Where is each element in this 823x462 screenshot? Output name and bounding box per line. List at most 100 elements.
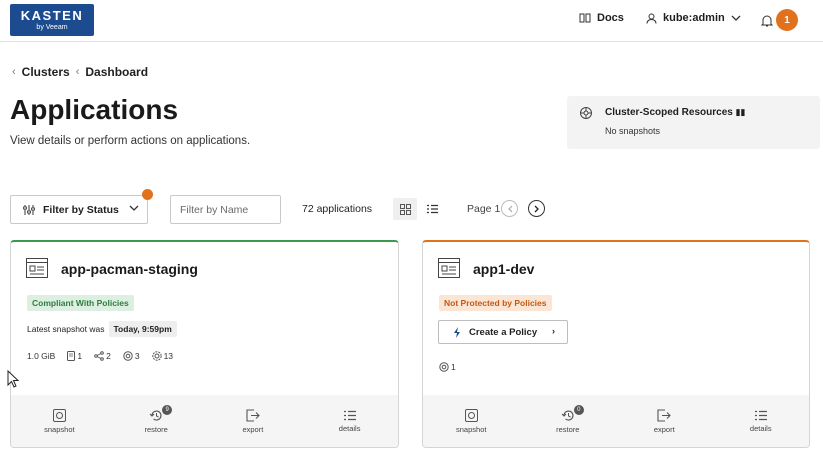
snapshot-icon bbox=[52, 408, 66, 422]
details-label: details bbox=[338, 423, 361, 433]
notification-badge[interactable]: 1 bbox=[776, 9, 798, 31]
breadcrumb-clusters[interactable]: Clusters bbox=[22, 65, 70, 79]
stat-networks-value: 2 bbox=[106, 351, 111, 361]
export-action[interactable]: export bbox=[205, 395, 302, 447]
restore-action[interactable]: 9 restore bbox=[108, 395, 205, 447]
cluster-scoped-resources-card[interactable]: Cluster-Scoped Resources ▮▮ No snapshots bbox=[567, 96, 820, 149]
breadcrumb: ‹ Clusters ‹ Dashboard bbox=[12, 65, 148, 79]
top-bar: KASTEN by Veeam Docs kube:admin 1 bbox=[0, 0, 823, 42]
workload-icon bbox=[123, 351, 133, 361]
restore-count-badge: 0 bbox=[573, 405, 584, 415]
next-page-button[interactable] bbox=[528, 200, 545, 217]
snapshot-time: Today, 9:59pm bbox=[108, 321, 177, 337]
snapshot-label: snapshot bbox=[44, 424, 75, 434]
application-stats: 1.0 GiB 1 2 3 13 bbox=[27, 351, 173, 361]
card-actions: snapshot 0 restore export details bbox=[423, 395, 809, 447]
snapshot-action[interactable]: snapshot bbox=[11, 395, 108, 447]
chevron-left-icon: ‹ bbox=[12, 66, 16, 78]
snapshot-icon bbox=[464, 408, 478, 422]
latest-snapshot: Latest snapshot was Today, 9:59pm bbox=[27, 321, 177, 337]
details-action[interactable]: details bbox=[713, 395, 810, 447]
stat-resources-value: 13 bbox=[163, 351, 174, 361]
user-icon bbox=[646, 13, 657, 24]
grid-icon bbox=[399, 203, 411, 215]
stat-volumes: 1 bbox=[67, 351, 82, 361]
list-icon bbox=[426, 204, 438, 214]
details-icon bbox=[343, 410, 356, 420]
application-card[interactable]: app-pacman-staging Compliant With Polici… bbox=[10, 240, 399, 448]
cluster-icon bbox=[580, 107, 592, 119]
export-action[interactable]: export bbox=[616, 395, 713, 447]
stat-workloads-value: 3 bbox=[134, 351, 140, 361]
book-icon bbox=[579, 13, 591, 23]
user-menu[interactable]: kube:admin bbox=[646, 12, 741, 24]
export-label: export bbox=[242, 424, 264, 434]
docs-label: Docs bbox=[597, 12, 624, 24]
create-policy-label: Create a Policy bbox=[469, 326, 538, 338]
filter-by-status-dropdown[interactable]: Filter by Status bbox=[10, 195, 148, 224]
stat-size: 1.0 GiB bbox=[27, 351, 56, 361]
cluster-scoped-title: Cluster-Scoped Resources ▮▮ bbox=[605, 107, 746, 118]
filter-by-name-input[interactable] bbox=[170, 195, 281, 224]
chevron-right-icon bbox=[534, 205, 539, 212]
resource-icon bbox=[151, 351, 162, 361]
filter-indicator-dot bbox=[142, 189, 153, 200]
user-label: kube:admin bbox=[663, 12, 725, 24]
chevron-left-icon: ‹ bbox=[75, 66, 80, 78]
lightning-icon bbox=[454, 326, 460, 338]
bell-icon[interactable] bbox=[761, 14, 773, 27]
list-view-button[interactable] bbox=[422, 198, 442, 220]
cluster-scoped-status: No snapshots bbox=[605, 126, 661, 136]
snapshot-prefix: Latest snapshot was bbox=[27, 324, 105, 334]
application-count: 72 applications bbox=[302, 203, 373, 215]
create-policy-button[interactable]: Create a Policy › bbox=[438, 320, 568, 344]
kasten-logo[interactable]: KASTEN by Veeam bbox=[10, 4, 94, 36]
chevron-down-icon bbox=[129, 205, 139, 211]
snapshot-action[interactable]: snapshot bbox=[423, 395, 520, 447]
volume-icon bbox=[67, 351, 76, 361]
docs-link[interactable]: Docs bbox=[579, 12, 624, 24]
chevron-left-icon bbox=[507, 205, 512, 212]
card-actions: snapshot 9 restore export details bbox=[11, 395, 398, 447]
restore-icon bbox=[561, 410, 574, 421]
logo-text: KASTEN bbox=[20, 8, 84, 23]
application-icon bbox=[438, 258, 460, 278]
export-icon bbox=[657, 408, 672, 422]
network-icon bbox=[94, 351, 104, 361]
restore-label: restore bbox=[556, 424, 580, 434]
workload-icon bbox=[439, 362, 449, 372]
details-action[interactable]: details bbox=[301, 395, 398, 447]
details-icon bbox=[754, 410, 767, 420]
sliders-icon bbox=[23, 204, 35, 215]
chevron-down-icon bbox=[731, 15, 741, 21]
page-indicator: Page 1 bbox=[467, 203, 501, 215]
book-icon: ▮▮ bbox=[735, 107, 746, 117]
restore-action[interactable]: 0 restore bbox=[520, 395, 617, 447]
export-label: export bbox=[653, 424, 675, 434]
restore-icon bbox=[149, 410, 162, 421]
logo-subtext: by Veeam bbox=[36, 24, 68, 31]
stat-volumes-value: 1 bbox=[77, 351, 83, 361]
mouse-cursor-icon bbox=[7, 370, 19, 388]
application-name[interactable]: app-pacman-staging bbox=[61, 261, 198, 277]
cluster-scoped-title-text: Cluster-Scoped Resources bbox=[605, 107, 733, 118]
compliance-badge: Compliant With Policies bbox=[27, 295, 134, 311]
stat-networks: 2 bbox=[94, 351, 111, 361]
application-name[interactable]: app1-dev bbox=[473, 261, 534, 277]
application-icon bbox=[26, 258, 48, 278]
grid-view-button[interactable] bbox=[393, 198, 417, 220]
breadcrumb-dashboard[interactable]: Dashboard bbox=[85, 65, 148, 79]
compliance-badge: Not Protected by Policies bbox=[439, 295, 552, 311]
application-card[interactable]: app1-dev Not Protected by Policies Creat… bbox=[422, 240, 810, 448]
chevron-right-icon: › bbox=[552, 326, 555, 336]
stat-resources: 13 bbox=[151, 351, 174, 361]
previous-page-button[interactable] bbox=[501, 200, 518, 217]
details-label: details bbox=[749, 423, 772, 433]
page-title: Applications bbox=[10, 94, 179, 125]
stat-workloads: 3 bbox=[123, 351, 140, 361]
stat-workloads-value: 1 bbox=[451, 362, 456, 372]
restore-label: restore bbox=[144, 424, 168, 434]
restore-count-badge: 9 bbox=[162, 405, 173, 415]
export-icon bbox=[246, 408, 260, 422]
snapshot-label: snapshot bbox=[456, 424, 487, 434]
